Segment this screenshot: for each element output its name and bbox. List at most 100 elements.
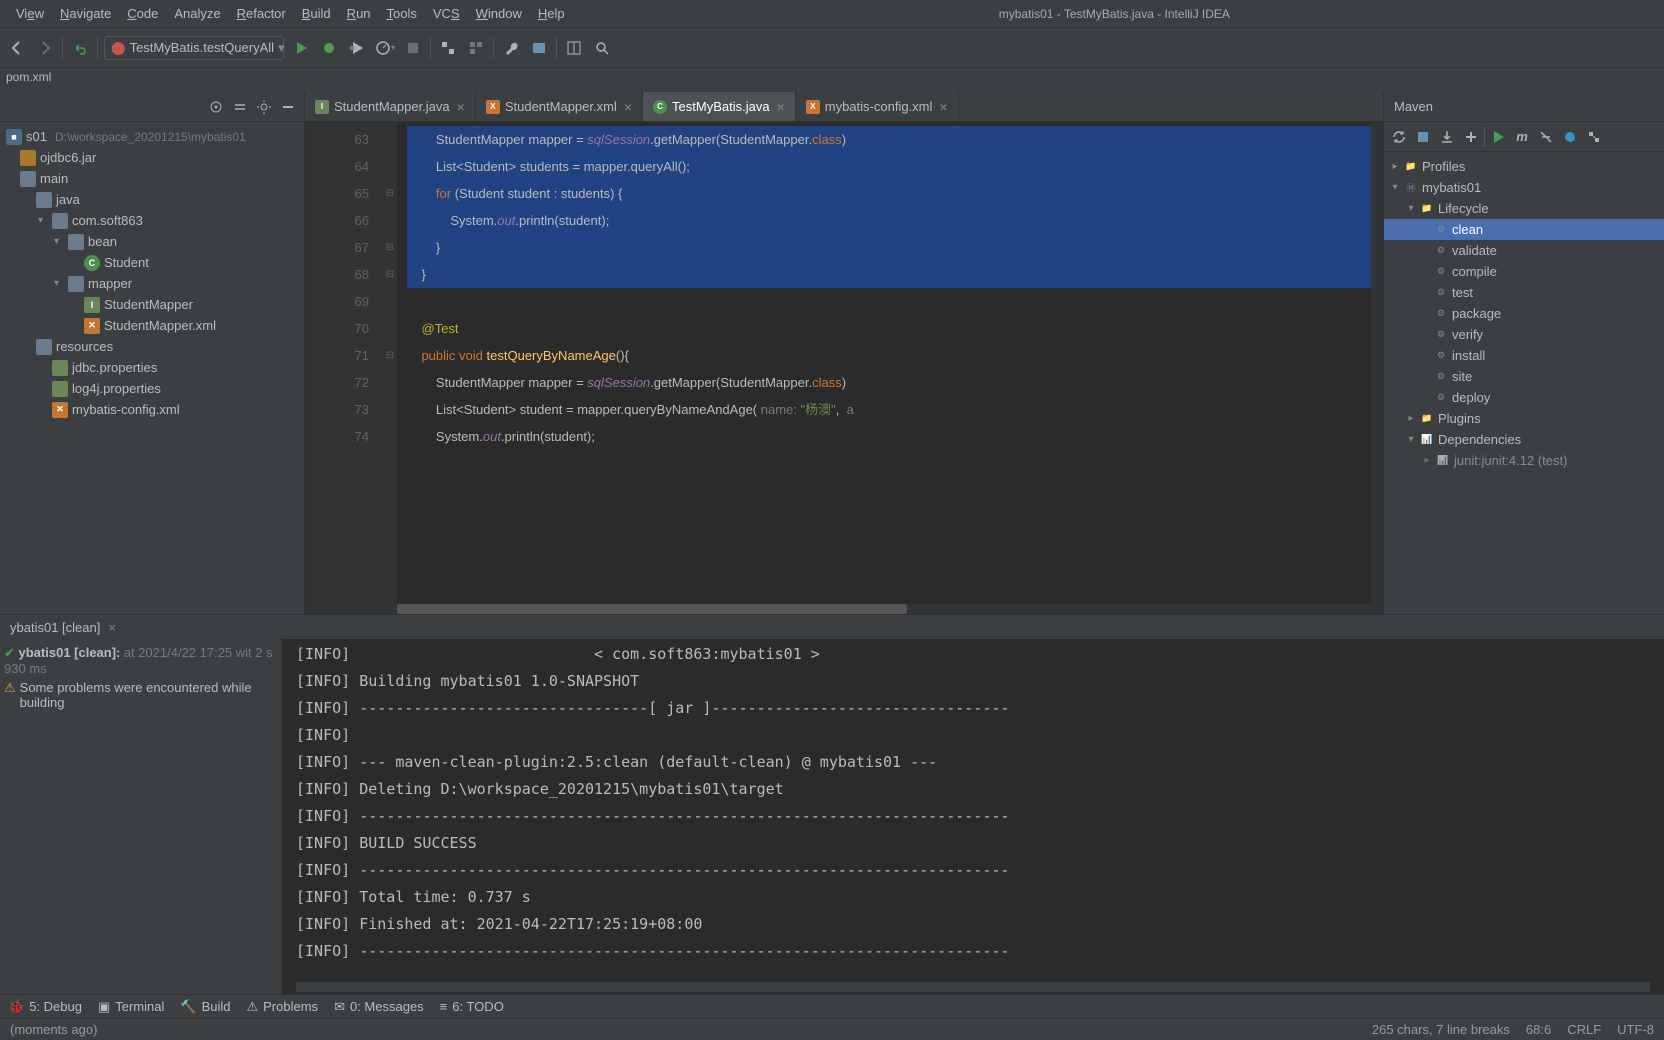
maven-goal-site[interactable]: ⚙site	[1384, 366, 1664, 387]
tree-item[interactable]: CStudent	[0, 252, 304, 273]
maven-project[interactable]: ▾Ⓜmybatis01	[1384, 177, 1664, 198]
editor-layout-icon[interactable]	[563, 37, 585, 59]
maven-goal-package[interactable]: ⚙package	[1384, 303, 1664, 324]
menu-code[interactable]: Code	[119, 2, 166, 25]
reload-icon[interactable]	[1388, 126, 1410, 148]
forward-icon[interactable]	[34, 37, 56, 59]
close-icon[interactable]: ×	[108, 620, 116, 635]
breadcrumb[interactable]: pom.xml	[0, 68, 1664, 92]
tree-item[interactable]: ojdbc6.jar	[0, 147, 304, 168]
editor-tab[interactable]: XStudentMapper.xml×	[476, 92, 643, 121]
tool-window-button[interactable]: ⚠Problems	[246, 999, 318, 1015]
toggle-offline-icon[interactable]	[1535, 126, 1557, 148]
tool-window-button[interactable]: 🐞5: Debug	[8, 999, 82, 1015]
generate-sources-icon[interactable]	[1412, 126, 1434, 148]
minimize-icon[interactable]	[278, 97, 298, 117]
attach-debugger-icon[interactable]	[437, 37, 459, 59]
menu-build[interactable]: Build	[294, 2, 339, 25]
back-icon[interactable]	[6, 37, 28, 59]
editor-tab[interactable]: Xmybatis-config.xml×	[796, 92, 959, 121]
tool-window-button[interactable]: ▣Terminal	[98, 999, 164, 1015]
horizontal-scrollbar[interactable]	[397, 604, 1383, 614]
tree-item[interactable]: jdbc.properties	[0, 357, 304, 378]
project-tree[interactable]: ■ s01 D:\workspace_20201215\mybatis01 oj…	[0, 122, 304, 614]
tree-item[interactable]: log4j.properties	[0, 378, 304, 399]
project-tool-window: ■ s01 D:\workspace_20201215\mybatis01 oj…	[0, 92, 305, 614]
maven-goal-compile[interactable]: ⚙compile	[1384, 261, 1664, 282]
maven-dep-item[interactable]: ▸📊junit:junit:4.12 (test)	[1384, 450, 1664, 471]
tree-item[interactable]: IStudentMapper	[0, 294, 304, 315]
close-tab-icon[interactable]: ×	[777, 99, 785, 115]
wrench-icon[interactable]	[500, 37, 522, 59]
status-item[interactable]: 68:6	[1526, 1022, 1551, 1037]
tree-item[interactable]: ✕StudentMapper.xml	[0, 315, 304, 336]
editor-tab[interactable]: IStudentMapper.java×	[305, 92, 476, 121]
download-sources-icon[interactable]	[1436, 126, 1458, 148]
code-editor[interactable]: 636465666768697071727374 ⊟⊟⊟⊟ StudentMap…	[305, 122, 1383, 614]
maven-goal-validate[interactable]: ⚙validate	[1384, 240, 1664, 261]
run-coverage-button[interactable]	[346, 37, 368, 59]
tree-item[interactable]: ✕mybatis-config.xml	[0, 399, 304, 420]
run-tab[interactable]: ybatis01 [clean]×	[0, 617, 126, 638]
close-tab-icon[interactable]: ×	[457, 99, 465, 115]
add-project-icon[interactable]	[1460, 126, 1482, 148]
run-configuration-selector[interactable]: ⬤ TestMyBatis.testQueryAll ▾	[104, 36, 284, 60]
update-icon[interactable]	[465, 37, 487, 59]
console-output[interactable]: [INFO] < com.soft863:mybatis01 > [INFO] …	[282, 639, 1664, 994]
menu-view[interactable]: View	[8, 2, 52, 25]
tree-item[interactable]: ▾com.soft863	[0, 210, 304, 231]
collapse-all-icon[interactable]	[230, 97, 250, 117]
tool-window-button[interactable]: ≡6: TODO	[440, 999, 504, 1014]
menu-tools[interactable]: Tools	[379, 2, 425, 25]
debug-button[interactable]	[318, 37, 340, 59]
project-root[interactable]: ■ s01 D:\workspace_20201215\mybatis01	[0, 126, 304, 147]
status-item[interactable]: CRLF	[1567, 1022, 1601, 1037]
tree-item[interactable]: resources	[0, 336, 304, 357]
locate-icon[interactable]	[206, 97, 226, 117]
run-maven-icon[interactable]	[1487, 126, 1509, 148]
settings-icon[interactable]	[528, 37, 550, 59]
tree-item[interactable]: main	[0, 168, 304, 189]
build-results[interactable]: ✔ ybatis01 [clean]: at 2021/4/22 17:25 w…	[0, 639, 282, 994]
maven-goal-clean[interactable]: ⚙clean	[1384, 219, 1664, 240]
maven-tree[interactable]: ▸📁Profiles ▾Ⓜmybatis01 ▾📁Lifecycle ⚙clea…	[1384, 152, 1664, 614]
menu-analyze[interactable]: Analyze	[166, 2, 228, 25]
editor-tab[interactable]: CTestMyBatis.java×	[643, 92, 796, 121]
skip-tests-icon[interactable]	[1559, 126, 1581, 148]
maven-goal-install[interactable]: ⚙install	[1384, 345, 1664, 366]
maven-goal-test[interactable]: ⚙test	[1384, 282, 1664, 303]
show-deps-icon[interactable]	[1583, 126, 1605, 148]
tree-item[interactable]: ▾bean	[0, 231, 304, 252]
maven-plugins[interactable]: ▸📁Plugins	[1384, 408, 1664, 429]
maven-title: Maven	[1384, 92, 1664, 122]
tool-window-button[interactable]: ✉0: Messages	[334, 999, 424, 1015]
menu-help[interactable]: Help	[530, 2, 573, 25]
window-title: mybatis01 - TestMyBatis.java - IntelliJ …	[573, 7, 1656, 21]
menu-navigate[interactable]: Navigate	[52, 2, 119, 25]
profile-button[interactable]: ▾	[374, 37, 396, 59]
maven-dependencies[interactable]: ▾📊Dependencies	[1384, 429, 1664, 450]
search-icon[interactable]	[591, 37, 613, 59]
close-tab-icon[interactable]: ×	[939, 99, 947, 115]
status-item[interactable]: 265 chars, 7 line breaks	[1372, 1022, 1510, 1037]
console-scrollbar[interactable]	[296, 982, 1650, 992]
maven-goal-deploy[interactable]: ⚙deploy	[1384, 387, 1664, 408]
status-message: (moments ago)	[10, 1022, 97, 1037]
maven-lifecycle[interactable]: ▾📁Lifecycle	[1384, 198, 1664, 219]
tool-window-button[interactable]: 🔨Build	[180, 999, 230, 1015]
undo-icon[interactable]	[69, 37, 91, 59]
menu-window[interactable]: Window	[468, 2, 530, 25]
close-tab-icon[interactable]: ×	[624, 99, 632, 115]
maven-tool-window: Maven m ▸📁Profiles ▾Ⓜmybatis01 ▾📁Lifecyc…	[1384, 92, 1664, 614]
tree-item[interactable]: ▾mapper	[0, 273, 304, 294]
maven-profiles[interactable]: ▸📁Profiles	[1384, 156, 1664, 177]
menu-refactor[interactable]: Refactor	[229, 2, 294, 25]
maven-goal-verify[interactable]: ⚙verify	[1384, 324, 1664, 345]
menu-vcs[interactable]: VCS	[425, 2, 468, 25]
execute-goal-icon[interactable]: m	[1511, 126, 1533, 148]
run-button[interactable]	[290, 37, 312, 59]
tree-item[interactable]: java	[0, 189, 304, 210]
menu-run[interactable]: Run	[339, 2, 379, 25]
panel-settings-icon[interactable]	[254, 97, 274, 117]
status-item[interactable]: UTF-8	[1617, 1022, 1654, 1037]
